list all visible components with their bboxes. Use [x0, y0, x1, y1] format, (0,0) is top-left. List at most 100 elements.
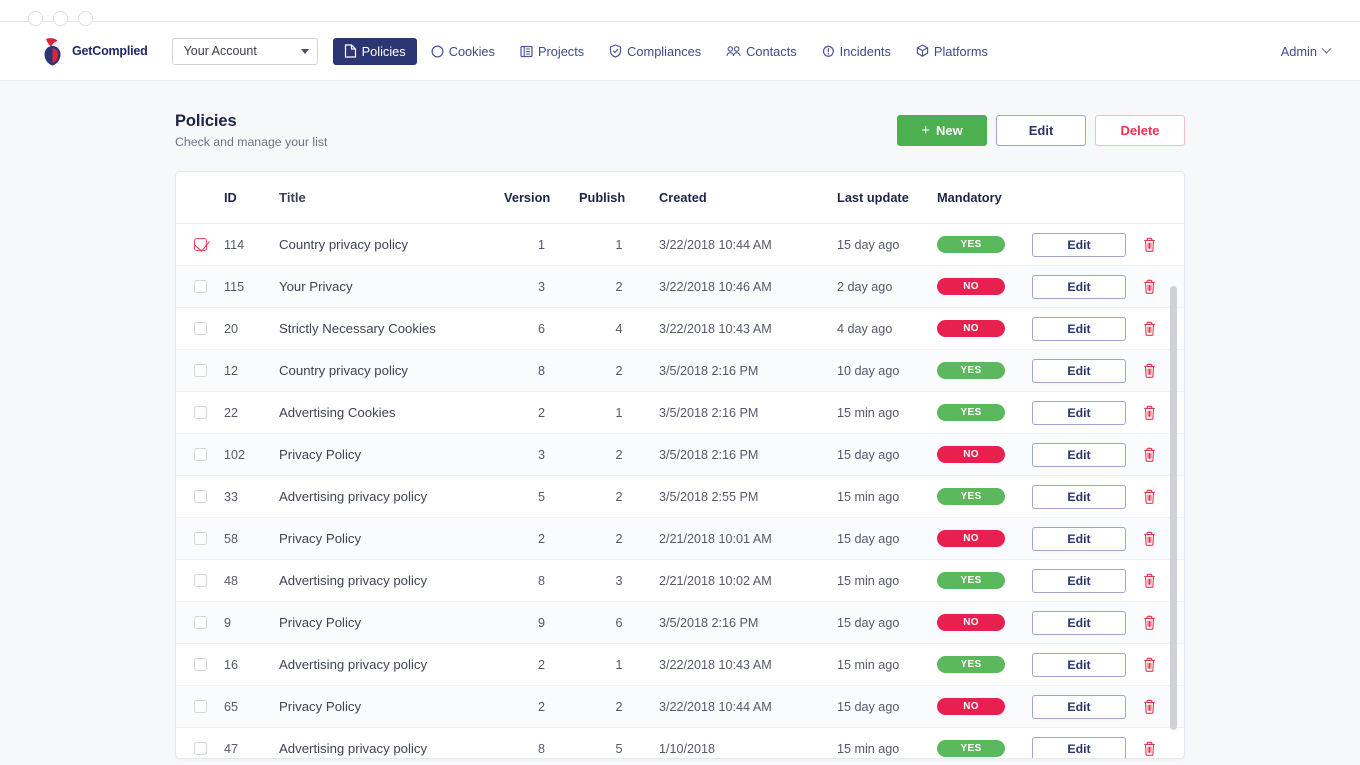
nav-item-cookies[interactable]: Cookies [420, 38, 506, 65]
row-edit-button[interactable]: Edit [1032, 358, 1126, 383]
row-edit-button[interactable]: Edit [1032, 652, 1126, 677]
table-row[interactable]: 114 Country privacy policy 1 1 3/22/2018 10:… [176, 224, 1184, 266]
new-button[interactable]: + New [897, 115, 987, 146]
nav-item-policies[interactable]: Policies [332, 37, 417, 65]
user-menu[interactable]: Admin [1281, 43, 1332, 59]
trash-icon[interactable] [1143, 615, 1156, 630]
cell-version: 3 [537, 279, 545, 294]
row-checkbox[interactable] [194, 700, 207, 713]
table-row[interactable]: 33 Advertising privacy policy 5 2 3/5/2018 2… [176, 476, 1184, 518]
cell-created: 2/21/2018 10:01 AM [659, 531, 772, 546]
nav-item-contacts[interactable]: Contacts [715, 38, 808, 65]
nav-label-contacts: Contacts [746, 43, 797, 59]
account-select[interactable]: Your Account [171, 37, 318, 65]
row-edit-button[interactable]: Edit [1032, 274, 1126, 299]
cell-title: Country privacy policy [279, 237, 408, 252]
trash-icon[interactable] [1143, 489, 1156, 504]
trash-icon[interactable] [1143, 363, 1156, 378]
page-content: Policies Check and manage your list + Ne… [0, 81, 1360, 765]
row-checkbox[interactable] [194, 322, 207, 335]
table-row[interactable]: 22 Advertising Cookies 2 1 3/5/2018 2:16 PM 1… [176, 392, 1184, 434]
table-row[interactable]: 12 Country privacy policy 8 2 3/5/2018 2:16 … [176, 350, 1184, 392]
cell-created: 3/22/2018 10:46 AM [659, 279, 772, 294]
cell-version: 3 [537, 447, 545, 462]
cell-created: 3/5/2018 2:16 PM [659, 405, 759, 420]
table-row[interactable]: 102 Privacy Policy 3 2 3/5/2018 2:16 PM 15 da… [176, 434, 1184, 476]
trash-icon[interactable] [1143, 573, 1156, 588]
trash-icon[interactable] [1143, 447, 1156, 462]
page-title: Policies [175, 112, 237, 130]
table-row[interactable]: 20 Strictly Necessary Cookies 6 4 3/22/2018 … [176, 308, 1184, 350]
trash-icon[interactable] [1143, 405, 1156, 420]
row-checkbox[interactable] [194, 406, 207, 419]
cell-created: 3/22/2018 10:43 AM [659, 657, 772, 672]
row-edit-button[interactable]: Edit [1032, 736, 1126, 758]
row-checkbox[interactable] [194, 742, 207, 755]
table-body-scroll-area[interactable]: 114 Country privacy policy 1 1 3/22/2018 10:… [176, 224, 1184, 758]
table-row[interactable]: 115 Your Privacy 3 2 3/22/2018 10:46 AM 2 day… [176, 266, 1184, 308]
table-scrollbar-thumb[interactable] [1170, 286, 1177, 730]
table-row[interactable]: 9 Privacy Policy 9 6 3/5/2018 2:16 PM 15 day … [176, 602, 1184, 644]
row-edit-button[interactable]: Edit [1032, 442, 1126, 467]
delete-button[interactable]: Delete [1095, 115, 1185, 146]
nav-item-projects[interactable]: Projects [509, 38, 595, 65]
row-edit-button[interactable]: Edit [1032, 568, 1126, 593]
row-checkbox[interactable] [194, 448, 207, 461]
table-row[interactable]: 58 Privacy Policy 2 2 2/21/2018 10:01 AM 15 d… [176, 518, 1184, 560]
window-control-close[interactable] [28, 11, 43, 26]
page-actions: + New Edit Delete [897, 112, 1185, 146]
cell-edit-action: Edit [1029, 652, 1129, 677]
brand-logo[interactable]: GetComplied [40, 36, 148, 66]
cell-mandatory: NO [937, 320, 1029, 337]
cell-last-update: 10 day ago [837, 363, 900, 378]
row-select-cell [194, 532, 224, 545]
cell-edit-action: Edit [1029, 232, 1129, 257]
trash-icon[interactable] [1143, 279, 1156, 294]
trash-icon[interactable] [1143, 321, 1156, 336]
mandatory-badge: NO [937, 320, 1005, 337]
window-control-maximize[interactable] [78, 11, 93, 26]
cell-delete-action [1129, 447, 1169, 462]
cell-title: Privacy Policy [279, 615, 362, 630]
cell-title: Strictly Necessary Cookies [279, 321, 436, 336]
cell-id: 33 [224, 489, 239, 504]
edit-button[interactable]: Edit [996, 115, 1086, 146]
trash-icon[interactable] [1143, 741, 1156, 756]
row-edit-button[interactable]: Edit [1032, 526, 1126, 551]
table-row[interactable]: 48 Advertising privacy policy 8 3 2/21/2018 … [176, 560, 1184, 602]
table-row[interactable]: 65 Privacy Policy 2 2 3/22/2018 10:44 AM 15 d… [176, 686, 1184, 728]
row-edit-button[interactable]: Edit [1032, 232, 1126, 257]
row-checkbox[interactable] [194, 574, 207, 587]
alert-circle-icon [822, 45, 834, 57]
row-edit-button[interactable]: Edit [1032, 316, 1126, 341]
row-edit-button[interactable]: Edit [1032, 610, 1126, 635]
row-checkbox[interactable] [194, 238, 207, 251]
cell-version: 2 [537, 531, 545, 546]
trash-icon[interactable] [1143, 699, 1156, 714]
row-edit-button[interactable]: Edit [1032, 484, 1126, 509]
window-control-minimize[interactable] [53, 11, 68, 26]
nav-item-compliances[interactable]: Compliances [598, 38, 712, 65]
trash-icon[interactable] [1143, 531, 1156, 546]
row-checkbox[interactable] [194, 532, 207, 545]
cell-publish: 2 [615, 279, 623, 294]
row-checkbox[interactable] [194, 658, 207, 671]
row-checkbox[interactable] [194, 364, 207, 377]
table-row[interactable]: 16 Advertising privacy policy 2 1 3/22/2018 … [176, 644, 1184, 686]
table-row[interactable]: 47 Advertising privacy policy 8 5 1/10/2018 1… [176, 728, 1184, 758]
trash-icon[interactable] [1143, 657, 1156, 672]
cell-version: 6 [537, 321, 545, 336]
row-edit-button[interactable]: Edit [1032, 694, 1126, 719]
cell-delete-action [1129, 321, 1169, 336]
cell-created: 3/5/2018 2:16 PM [659, 615, 759, 630]
cell-version: 8 [537, 741, 545, 756]
row-edit-button[interactable]: Edit [1032, 400, 1126, 425]
table-body: 114 Country privacy policy 1 1 3/22/2018 10:… [176, 224, 1184, 758]
row-checkbox[interactable] [194, 490, 207, 503]
trash-icon[interactable] [1143, 237, 1156, 252]
row-checkbox[interactable] [194, 616, 207, 629]
row-checkbox[interactable] [194, 280, 207, 293]
nav-item-incidents[interactable]: Incidents [811, 38, 902, 65]
nav-item-platforms[interactable]: Platforms [905, 38, 999, 65]
cell-title: Privacy Policy [279, 531, 362, 546]
